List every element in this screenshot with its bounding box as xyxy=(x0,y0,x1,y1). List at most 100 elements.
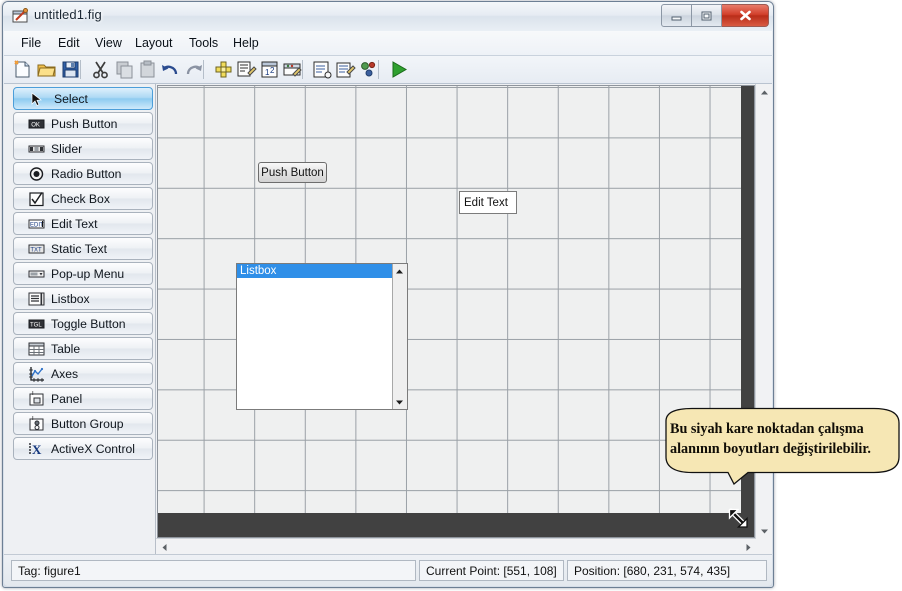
toggle-button-icon: TGL xyxy=(28,319,45,329)
svg-text:T: T xyxy=(31,391,35,397)
palette-label: Pop-up Menu xyxy=(51,267,125,281)
property-inspector-icon[interactable] xyxy=(335,59,356,80)
button-group-icon: T xyxy=(29,416,44,431)
static-text-icon: TXT xyxy=(28,244,45,254)
canvas-horizontal-scrollbar[interactable] xyxy=(156,538,756,555)
palette-label: Toggle Button xyxy=(51,317,126,331)
tab-order-editor-icon[interactable]: 1 2 xyxy=(259,59,280,80)
palette-item-toggle-button[interactable]: TGL Toggle Button xyxy=(13,312,153,335)
copy-icon[interactable] xyxy=(114,59,135,80)
window-controls xyxy=(661,4,769,27)
align-objects-icon[interactable] xyxy=(213,59,234,80)
matlab-guide-figure-icon xyxy=(12,8,28,23)
palette-item-button-group[interactable]: T Button Group xyxy=(13,412,153,435)
close-button[interactable] xyxy=(722,4,769,27)
listbox-scrollbar[interactable] xyxy=(392,264,407,409)
palette-label: Button Group xyxy=(51,417,124,431)
palette-item-popup-menu[interactable]: Pop-up Menu xyxy=(13,262,153,285)
callout-text: Bu siyah kare noktadan çalışma alanının … xyxy=(670,421,871,457)
canvas-scroll-left-button[interactable] xyxy=(156,539,172,555)
maximize-button[interactable] xyxy=(692,4,722,27)
palette-label: Push Button xyxy=(51,117,118,131)
toolbar-editor-icon[interactable] xyxy=(282,59,303,80)
svg-text:EDIT: EDIT xyxy=(30,223,44,229)
palette-item-activex-control[interactable]: X ActiveX Control xyxy=(13,437,153,460)
palette-label: Axes xyxy=(51,367,79,381)
menu-editor-icon[interactable] xyxy=(236,59,257,80)
open-folder-icon[interactable] xyxy=(36,59,57,80)
canvas-scroll-up-button[interactable] xyxy=(756,84,772,100)
menu-file[interactable]: File xyxy=(16,35,46,51)
palette-label: Static Text xyxy=(51,242,107,256)
guide-window: untitled1.fig File Edit View Layout Tool… xyxy=(2,1,774,588)
menu-view[interactable]: View xyxy=(90,35,127,51)
palette-item-panel[interactable]: T Panel xyxy=(13,387,153,410)
run-icon[interactable] xyxy=(388,59,409,80)
listbox-icon xyxy=(28,292,45,306)
status-tag: Tag: figure1 xyxy=(11,560,416,581)
check-box-icon xyxy=(29,192,44,207)
palette-item-select[interactable]: Select xyxy=(13,87,153,110)
canvas-push-button[interactable]: Push Button xyxy=(258,162,327,183)
resize-nwse-icon[interactable] xyxy=(727,507,753,533)
minimize-button[interactable] xyxy=(661,4,692,27)
canvas-edit-text[interactable]: Edit Text xyxy=(459,191,517,214)
palette-label: Listbox xyxy=(51,292,90,306)
palette-item-axes[interactable]: Axes xyxy=(13,362,153,385)
listbox-selected-item[interactable]: Listbox xyxy=(237,264,393,278)
canvas-listbox[interactable]: Listbox xyxy=(236,263,408,410)
menu-edit[interactable]: Edit xyxy=(53,35,85,51)
palette-item-slider[interactable]: Slider xyxy=(13,137,153,160)
palette-item-push-button[interactable]: OK Push Button xyxy=(13,112,153,135)
minimize-icon xyxy=(671,16,682,21)
scrollbar-corner xyxy=(756,539,772,555)
paste-icon[interactable] xyxy=(137,59,158,80)
palette-item-table[interactable]: Table xyxy=(13,337,153,360)
slider-icon xyxy=(28,145,45,153)
scroll-left-icon xyxy=(162,543,166,551)
svg-text:T: T xyxy=(31,416,35,422)
annotation-callout: Bu siyah kare noktadan çalışma alanının … xyxy=(652,407,902,486)
palette-item-static-text[interactable]: TXT Static Text xyxy=(13,237,153,260)
scroll-up-icon xyxy=(396,269,403,273)
canvas-scroll-right-button[interactable] xyxy=(740,539,756,555)
scroll-down-icon xyxy=(760,529,768,533)
arrow-cursor-icon xyxy=(31,92,42,106)
close-icon xyxy=(739,10,751,21)
canvas-scroll-down-button[interactable] xyxy=(756,523,772,539)
redo-icon[interactable] xyxy=(183,59,204,80)
status-position: Position: [680, 231, 574, 435] xyxy=(567,560,767,581)
svg-text:OK: OK xyxy=(31,123,40,129)
palette-item-check-box[interactable]: Check Box xyxy=(13,187,153,210)
panel-icon: T xyxy=(29,391,44,406)
push-button-icon: OK xyxy=(28,119,45,129)
save-icon[interactable] xyxy=(60,59,81,80)
undo-icon[interactable] xyxy=(160,59,181,80)
status-current-point: Current Point: [551, 108] xyxy=(419,560,564,581)
listbox-scroll-down-button[interactable] xyxy=(393,395,406,409)
palette-label: Slider xyxy=(51,142,83,156)
palette-item-radio-button[interactable]: Radio Button xyxy=(13,162,153,185)
svg-text:2: 2 xyxy=(270,66,275,75)
new-figure-icon[interactable] xyxy=(12,59,33,80)
listbox-scroll-up-button[interactable] xyxy=(393,264,406,278)
object-browser-icon[interactable] xyxy=(358,59,379,80)
edit-text-icon: EDIT xyxy=(28,219,45,229)
palette-label: Check Box xyxy=(51,192,110,206)
svg-text:TXT: TXT xyxy=(30,248,42,254)
palette-item-edit-text[interactable]: EDIT Edit Text xyxy=(13,212,153,235)
menu-bar: File Edit View Layout Tools Help xyxy=(4,31,772,56)
palette-item-listbox[interactable]: Listbox xyxy=(13,287,153,310)
palette-label: Panel xyxy=(51,392,83,406)
title-bar[interactable]: untitled1.fig xyxy=(3,2,773,31)
maximize-icon xyxy=(701,11,712,20)
menu-tools[interactable]: Tools xyxy=(184,35,223,51)
menu-layout[interactable]: Layout xyxy=(130,35,178,51)
m-file-editor-icon[interactable] xyxy=(312,59,333,80)
axes-icon xyxy=(29,367,44,382)
status-bar: Tag: figure1 Current Point: [551, 108] P… xyxy=(4,554,772,586)
palette-label: ActiveX Control xyxy=(51,442,135,456)
cut-icon[interactable] xyxy=(90,59,111,80)
scroll-up-icon xyxy=(760,90,768,94)
menu-help[interactable]: Help xyxy=(228,35,264,51)
